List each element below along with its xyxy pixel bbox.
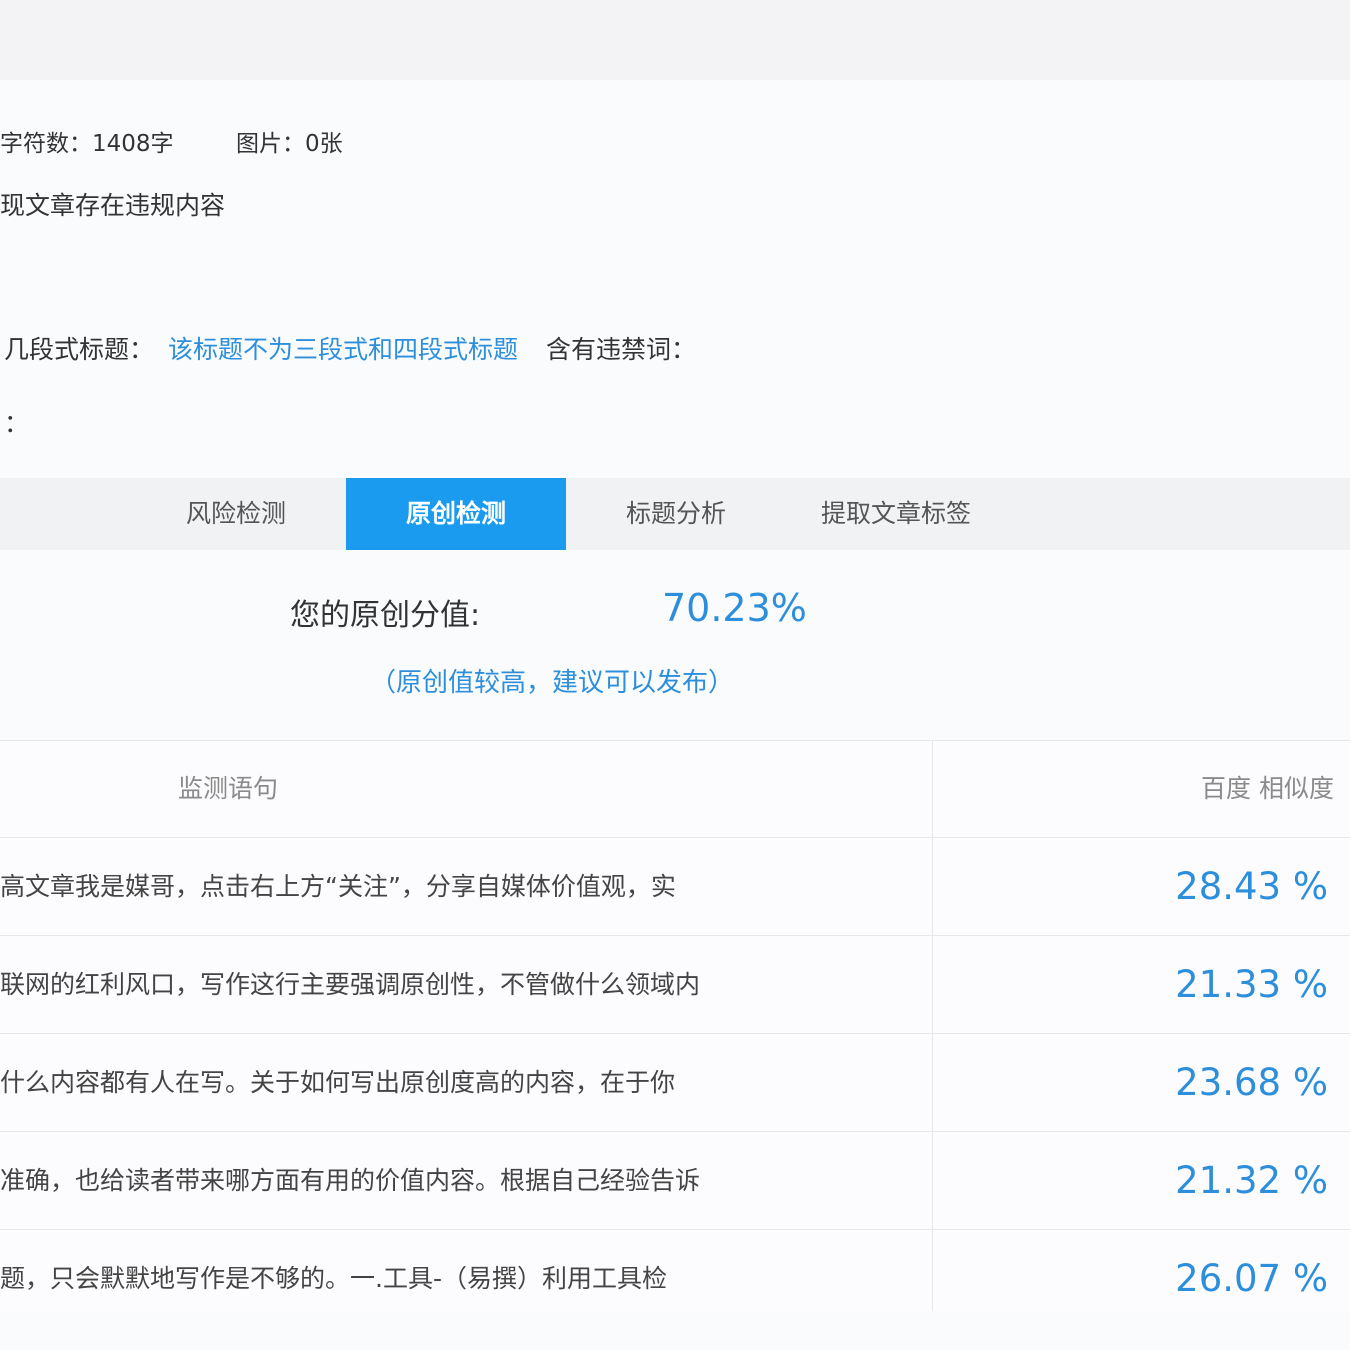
row-similarity[interactable]: 21.33 % [1175,936,1328,1034]
header-sentence: 监测语句 [178,774,279,803]
row-sentence: 准确，也给读者带来哪方面有用的价值内容。根据自己经验告诉 [0,1166,701,1195]
originality-score-value: 70.23% [662,586,807,630]
violation-warning: 现文章存在违规内容 [0,191,226,220]
originality-score-note: （原创值较高，建议可以发布） [370,668,735,698]
char-count: 字符数：1408字 [0,131,174,157]
tab-title-analysis[interactable]: 标题分析 [566,478,786,550]
row-similarity[interactable]: 23.68 % [1175,1034,1328,1132]
title-format-label: 几段式标题： [4,335,155,364]
row-sentence: 什么内容都有人在写。关于如何写出原创度高的内容，在于你 [0,1068,676,1097]
tab-originality-detection[interactable]: 原创检测 [346,478,566,550]
row-similarity[interactable]: 21.32 % [1175,1132,1328,1230]
tab-risk-detection[interactable]: 风险检测 [126,478,346,550]
table-row: 什么内容都有人在写。关于如何写出原创度高的内容，在于你 23.68 % [0,1033,1350,1132]
colon-line: ： [4,409,30,438]
table-row: 高文章我是媒哥，点击右上方“关注”，分享自媒体价值观，实 28.43 % [0,837,1350,936]
row-sentence: 题，只会默默地写作是不够的。一.工具-（易撰）利用工具检 [0,1264,667,1293]
similarity-table: 监测语句 百度 相似度 高文章我是媒哥，点击右上方“关注”，分享自媒体价值观，实… [0,740,1350,1311]
table-row: 题，只会默默地写作是不够的。一.工具-（易撰）利用工具检 26.07 % [0,1229,1350,1328]
row-similarity[interactable]: 28.43 % [1175,838,1328,936]
table-row: 联网的红利风口，写作这行主要强调原创性，不管做什么领域内 21.33 % [0,935,1350,1034]
row-sentence: 联网的红利风口，写作这行主要强调原创性，不管做什么领域内 [0,970,701,999]
banned-words-label: 含有违禁词： [546,335,697,364]
top-bar [0,0,1350,80]
tab-bar: 风险检测 原创检测 标题分析 提取文章标签 [0,478,1350,550]
title-check-row: 几段式标题： 该标题不为三段式和四段式标题 含有违禁词： [4,330,696,366]
title-format-value: 该标题不为三段式和四段式标题 [168,335,519,364]
row-similarity[interactable]: 26.07 % [1175,1230,1328,1328]
image-count: 图片：0张 [236,131,343,157]
header-similarity: 百度 相似度 [1201,774,1334,803]
table-row: 准确，也给读者带来哪方面有用的价值内容。根据自己经验告诉 21.32 % [0,1131,1350,1230]
row-sentence: 高文章我是媒哥，点击右上方“关注”，分享自媒体价值观，实 [0,872,676,901]
tab-extract-tags[interactable]: 提取文章标签 [786,478,1006,550]
originality-score-label: 您的原创分值: [290,598,481,633]
